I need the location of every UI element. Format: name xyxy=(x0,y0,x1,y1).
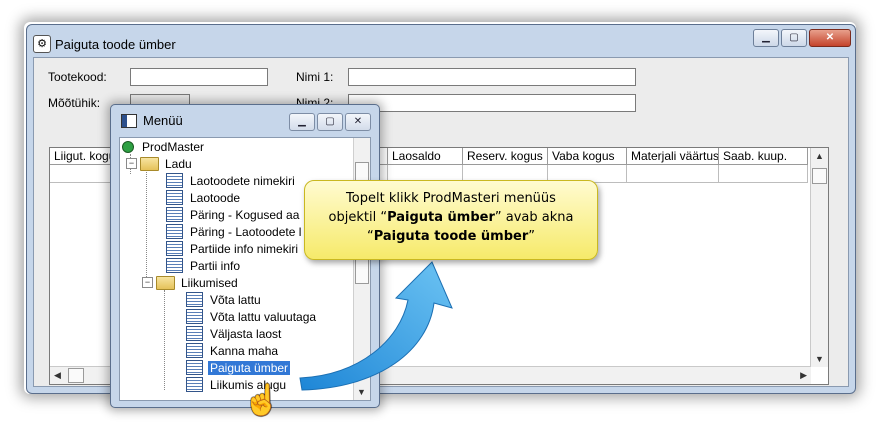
scroll-down-icon[interactable]: ▼ xyxy=(815,354,824,364)
scroll-thumb[interactable] xyxy=(812,168,827,184)
form-document-icon xyxy=(166,224,183,239)
grid-col-header[interactable]: Materjali väärtus xyxy=(627,148,719,165)
form-document-icon xyxy=(186,343,203,358)
scroll-left-icon[interactable]: ◀ xyxy=(54,370,61,381)
tree-item-prodmaster[interactable]: ProdMaster xyxy=(122,138,206,155)
tree-item-label: Ladu xyxy=(165,156,192,171)
form-document-icon xyxy=(186,326,203,341)
scroll-right-icon[interactable]: ▶ xyxy=(800,370,807,381)
menu-window-icon xyxy=(121,113,137,128)
instruction-callout: Topelt klikk ProdMasteri menüüs objektil… xyxy=(304,180,598,260)
folder-open-icon xyxy=(156,275,175,290)
tree-item-kanna-maha[interactable]: Kanna maha xyxy=(186,342,280,359)
tree-item-label: Laotoodete nimekiri xyxy=(190,173,295,188)
tree-item-label: ProdMaster xyxy=(142,139,205,154)
tree-item-label: Kanna maha xyxy=(210,343,279,358)
tree-item-ladu[interactable]: − Ladu xyxy=(126,155,194,172)
form-document-icon xyxy=(166,190,183,205)
tree-item-label: Võta lattu valuutaga xyxy=(210,309,317,324)
form-document-icon xyxy=(186,360,203,375)
tree-item-label: Päring - Laotoodete l xyxy=(190,224,302,239)
tree-item-laotoodete-nimekiri[interactable]: Laotoodete nimekiri xyxy=(166,172,297,189)
tootekood-label: Tootekood: xyxy=(48,70,107,84)
grid-col-header[interactable]: Vaba kogus xyxy=(548,148,627,165)
tree-item-valjasta-laost[interactable]: Väljasta laost xyxy=(186,325,283,342)
list-document-icon xyxy=(166,173,183,188)
tree-item-partii-info[interactable]: Partii info xyxy=(166,257,242,274)
mootuhik-label: Mõõtühik: xyxy=(48,96,101,110)
callout-line-1: Topelt klikk ProdMasteri menüüs xyxy=(346,191,556,206)
prodmaster-root-icon xyxy=(122,140,134,153)
list-document-icon xyxy=(186,377,203,392)
tree-item-label: Liikumised xyxy=(181,275,238,290)
nimi1-label: Nimi 1: xyxy=(296,70,334,84)
nimi2-field[interactable] xyxy=(348,94,636,112)
nimi1-field[interactable] xyxy=(348,68,636,86)
tree-item-paring-laotoodete[interactable]: Päring - Laotoodete l xyxy=(166,223,303,240)
minimize-button[interactable]: ▁ xyxy=(753,29,779,47)
tree-item-partiide-info-nimekiri[interactable]: Partiide info nimekiri xyxy=(166,240,300,257)
callout-line-2: objektil “Paiguta ümber” avab akna xyxy=(328,210,574,225)
grid-col-header[interactable]: Laosaldo xyxy=(388,148,463,165)
form-document-icon xyxy=(186,309,203,324)
callout-line-3: “Paiguta toode ümber” xyxy=(366,229,536,244)
tree-item-vota-lattu-valuutaga[interactable]: Võta lattu valuutaga xyxy=(186,308,318,325)
menu-tree[interactable]: ProdMaster − Ladu Laotoodete nimekiri La… xyxy=(119,137,371,401)
tree-item-label: Partii info xyxy=(190,258,241,273)
grid-cell[interactable] xyxy=(627,165,719,183)
scroll-up-icon[interactable]: ▲ xyxy=(815,151,824,161)
list-document-icon xyxy=(166,241,183,256)
scroll-down-icon[interactable]: ▼ xyxy=(357,387,366,397)
hand-pointer-icon: ☝ xyxy=(243,384,281,417)
grid-col-header[interactable]: Saab. kuup. xyxy=(719,148,808,165)
main-caption-buttons: ▁ ▢ ✕ xyxy=(753,29,851,47)
collapse-icon[interactable]: − xyxy=(142,277,153,288)
maximize-button[interactable]: ▢ xyxy=(781,29,807,47)
tree-item-laotoode[interactable]: Laotoode xyxy=(166,189,242,206)
folder-open-icon xyxy=(140,156,159,171)
tree-connector xyxy=(146,172,147,287)
grid-vertical-scrollbar[interactable]: ▲ ▼ xyxy=(810,148,828,367)
form-document-icon xyxy=(186,292,203,307)
collapse-icon[interactable]: − xyxy=(126,158,137,169)
app-gear-icon: ⚙ xyxy=(33,35,51,53)
tree-item-label: Paiguta ümber xyxy=(206,359,292,376)
menu-window-title: Menüü xyxy=(143,113,183,128)
form-document-icon xyxy=(166,207,183,222)
tree-item-paiguta-umber[interactable]: Paiguta ümber xyxy=(186,359,292,376)
close-button[interactable]: ✕ xyxy=(345,113,371,131)
menu-vertical-scrollbar[interactable]: ▼ xyxy=(353,138,370,400)
tree-item-label: Partiide info nimekiri xyxy=(190,241,299,256)
tree-connector xyxy=(164,290,165,390)
form-document-icon xyxy=(166,258,183,273)
tootekood-field[interactable] xyxy=(130,68,268,86)
close-button[interactable]: ✕ xyxy=(809,29,851,47)
minimize-button[interactable]: ▁ xyxy=(289,113,315,131)
menu-caption-buttons: ▁ ▢ ✕ xyxy=(289,113,371,131)
main-title-bar[interactable]: ⚙ Paiguta toode ümber xyxy=(33,31,849,57)
tree-item-vota-lattu[interactable]: Võta lattu xyxy=(186,291,263,308)
tree-item-liikumised[interactable]: − Liikumised xyxy=(142,274,240,291)
main-window-title: Paiguta toode ümber xyxy=(55,36,176,52)
grid-cell[interactable] xyxy=(719,165,808,183)
scroll-thumb[interactable] xyxy=(68,368,84,383)
maximize-button[interactable]: ▢ xyxy=(317,113,343,131)
tree-item-label: Võta lattu xyxy=(210,292,261,307)
tree-item-label: Laotoode xyxy=(190,190,241,205)
grid-col-header[interactable]: Reserv. kogus xyxy=(463,148,548,165)
menu-title-bar[interactable]: Menüü xyxy=(121,113,183,128)
tree-item-label: Väljasta laost xyxy=(210,326,282,341)
tree-item-paring-kogused[interactable]: Päring - Kogused aa xyxy=(166,206,301,223)
tree-item-label: Päring - Kogused aa xyxy=(190,207,300,222)
